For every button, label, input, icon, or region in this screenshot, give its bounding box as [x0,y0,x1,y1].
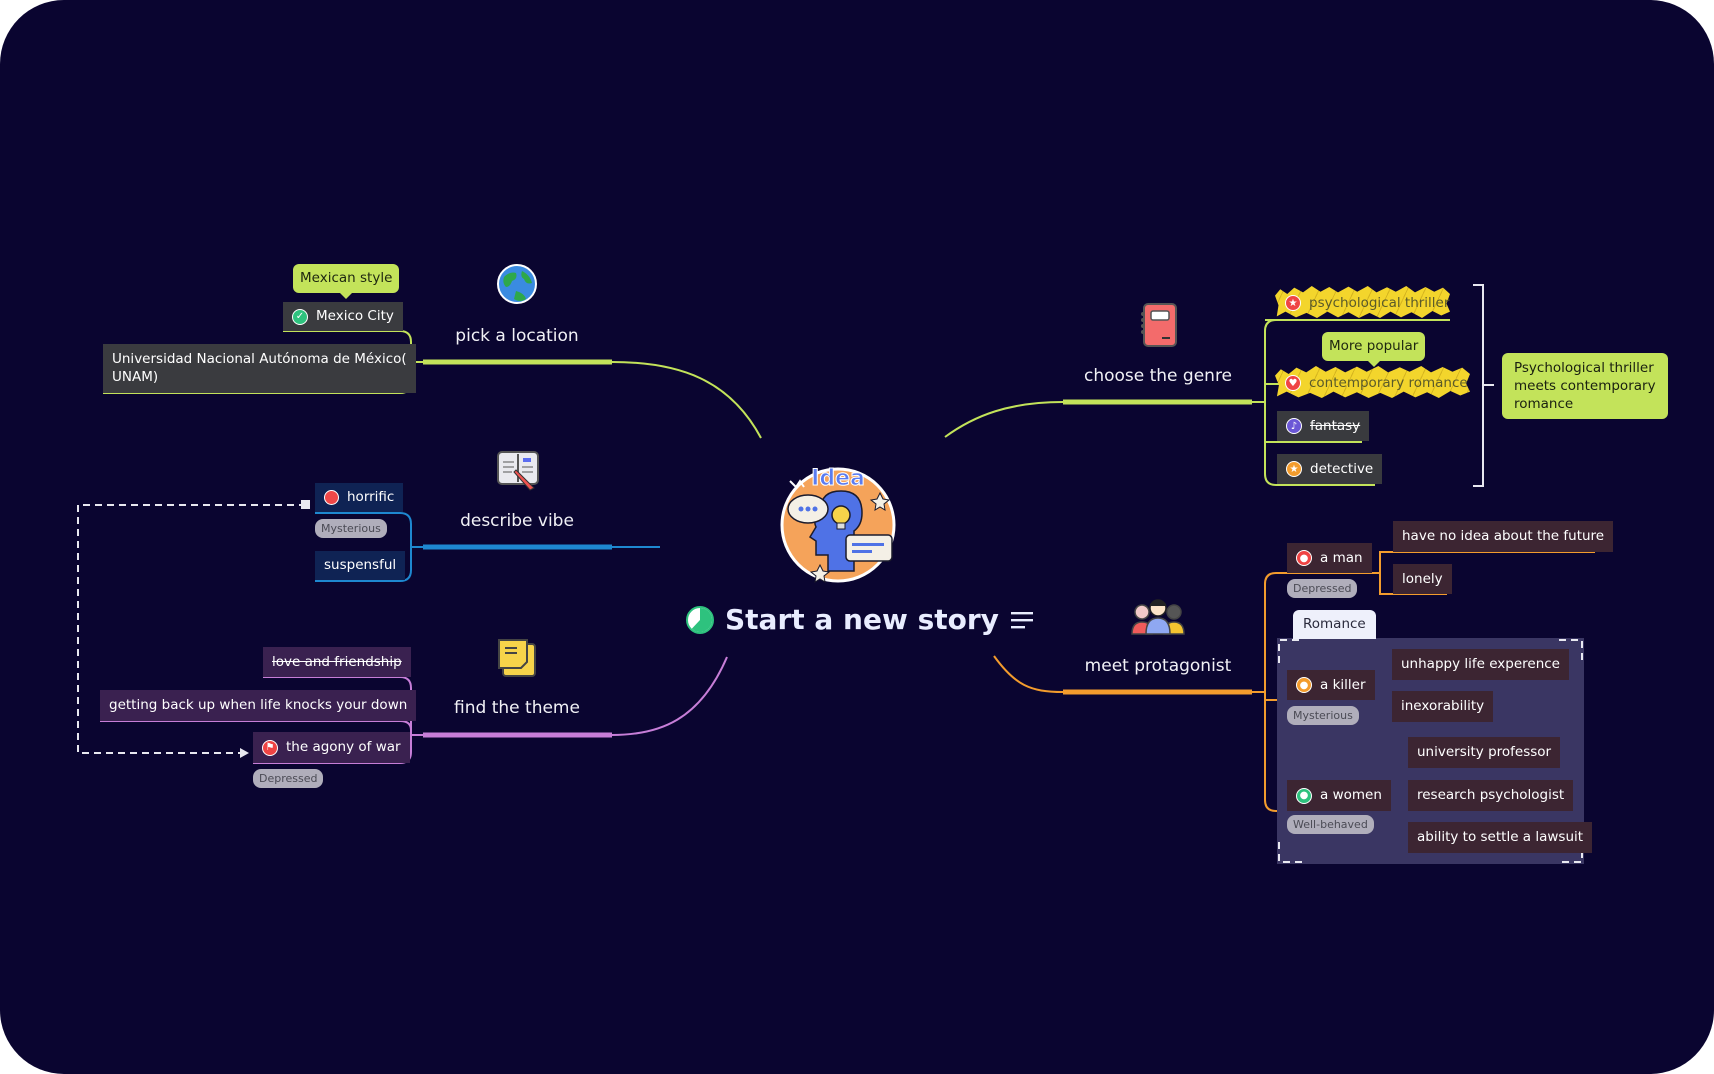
tag-mysterious-killer[interactable]: Mysterious [1287,706,1359,725]
topic-location[interactable]: pick a location [455,326,578,346]
person-orange-icon: ● [1296,677,1312,693]
sticky-note-icon [497,638,537,682]
central-topic-title: Start a new story [725,603,999,636]
svg-text:Idea: Idea [811,466,865,491]
open-book-pencil-icon [496,450,540,496]
topic-vibe[interactable]: describe vibe [460,511,574,531]
star-orange-icon: ★ [1286,461,1302,477]
node-unam[interactable]: Universidad Nacional Autónoma de México(… [103,344,416,393]
node-getting-back-up[interactable]: getting back up when life knocks your do… [100,690,417,721]
tag-mysterious[interactable]: Mysterious [315,519,387,538]
central-topic[interactable]: Start a new story [685,603,1035,636]
node-a-women[interactable]: ● a women [1287,780,1391,811]
summary-bracket [1473,284,1494,487]
notes-lines-icon[interactable] [1009,609,1035,631]
node-trait[interactable]: ability to settle a lawsuit [1408,822,1593,853]
node-contemporary-romance[interactable]: ♥ contemporary romance [1285,373,1468,393]
node-horrific[interactable]: horrific [315,483,404,512]
callout-more-popular[interactable]: More popular [1322,332,1426,367]
idea-head-illustration: Idea [780,466,896,583]
node-trait[interactable]: unhappy life experence [1392,649,1569,680]
node-trait[interactable]: have no idea about the future [1393,521,1614,552]
topic-protagonist[interactable]: meet protagonist [1085,656,1232,676]
globe-icon [496,263,538,309]
node-trait[interactable]: inexorability [1392,691,1494,722]
node-agony-of-war[interactable]: ⚑ the agony of war [253,732,410,763]
callout-mexican-style[interactable]: Mexican style [293,264,400,299]
topic-genre[interactable]: choose the genre [1084,366,1232,386]
boundary-label[interactable]: Romance [1293,610,1376,639]
flag-icon: ⚑ [262,739,278,756]
tag-depressed[interactable]: Depressed [253,769,324,788]
connector-genre [944,401,1064,438]
mindmap-canvas[interactable]: Romance Idea Start a new story pick a lo… [0,0,1714,1074]
tag-well-behaved[interactable]: Well-behaved [1287,815,1374,834]
node-fantasy[interactable]: ♪ fantasy [1277,411,1370,441]
connector-protagonist [993,655,1064,693]
star-badge-icon: ★ [1285,295,1301,311]
node-mexico-city[interactable]: ✓ Mexico City [283,302,403,331]
node-psychological-thriller[interactable]: ★ psychological thriller [1285,293,1449,313]
progress-pie-icon [686,605,714,634]
person-red-icon: ● [1296,550,1312,566]
person-green-icon: ● [1296,787,1312,804]
central-image[interactable]: Idea [776,461,900,585]
node-a-killer[interactable]: ● a killer [1287,670,1375,700]
check-circle-icon: ✓ [292,308,308,325]
notebook-icon [1138,302,1178,352]
tag-depressed-man[interactable]: Depressed [1287,579,1358,598]
node-trait[interactable]: research psychologist [1408,780,1574,811]
node-love-and-friendship[interactable]: love and friendship [263,647,411,677]
node-trait[interactable]: university professor [1408,737,1561,768]
node-detective[interactable]: ★ detective [1277,454,1383,484]
red-dot-icon [324,490,339,505]
node-suspensful[interactable]: suspensful [315,551,406,580]
connector-location [611,361,762,439]
people-group-icon [1130,596,1186,640]
summary-genre[interactable]: Psychological thriller meets contemporar… [1502,353,1668,419]
connector-theme [611,656,728,736]
heart-badge-icon: ♥ [1285,375,1301,391]
topic-theme[interactable]: find the theme [454,698,580,718]
music-note-icon: ♪ [1286,418,1302,434]
node-trait[interactable]: lonely [1393,564,1452,594]
node-a-man[interactable]: ● a man [1287,543,1372,573]
